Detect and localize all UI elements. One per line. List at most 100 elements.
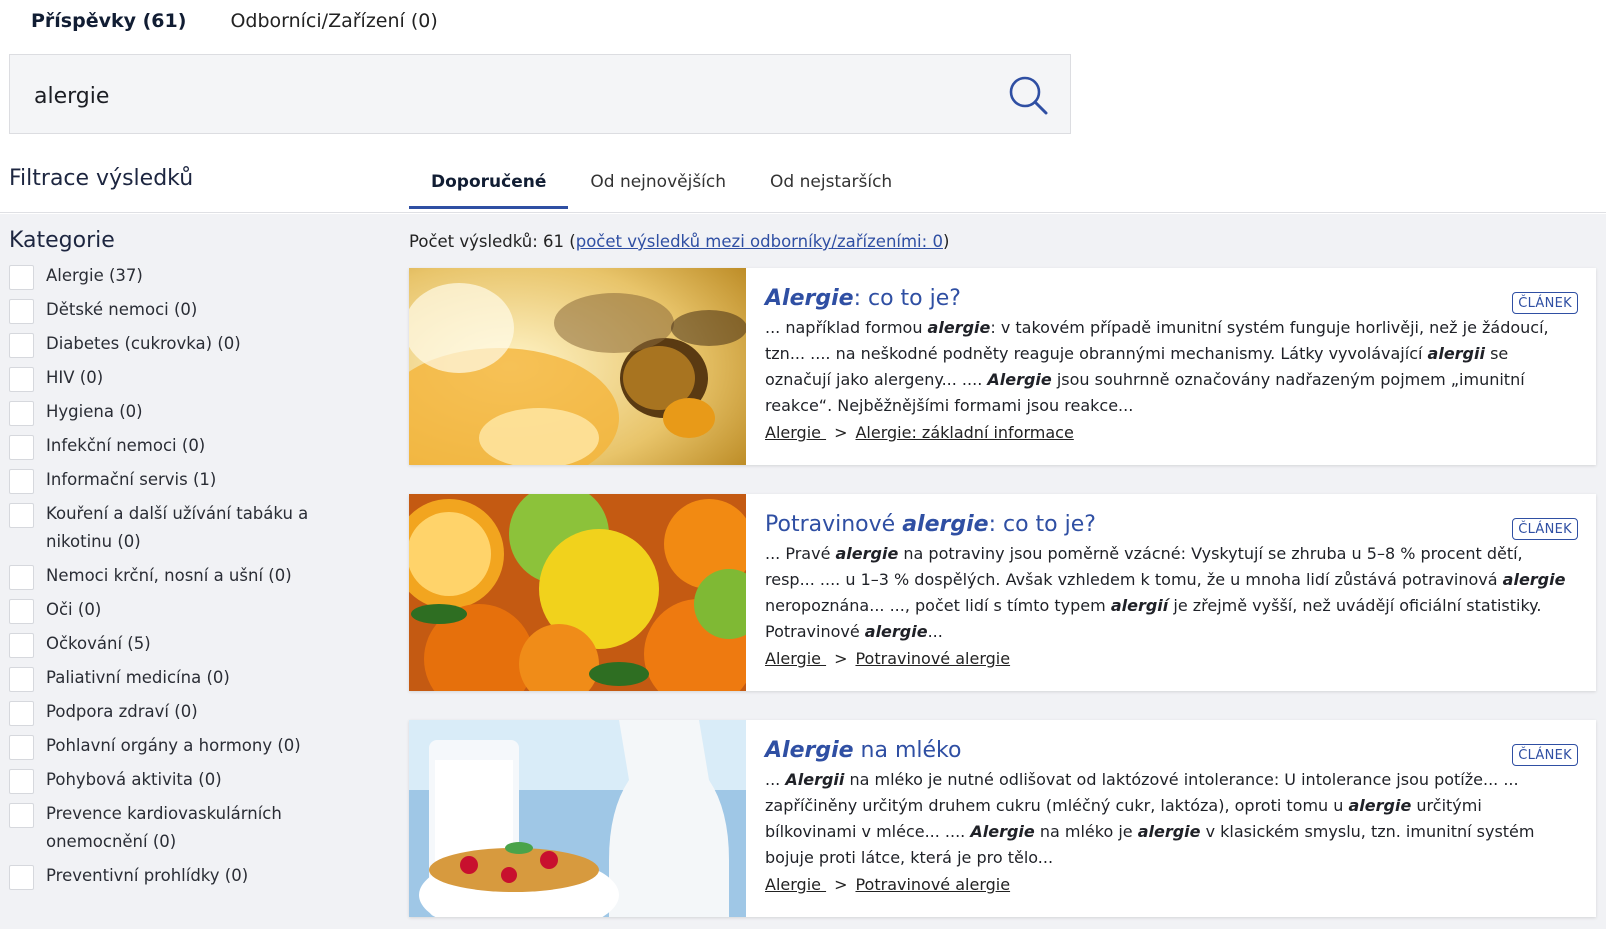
category-label: Oči (0) [46,600,102,619]
category-item[interactable]: Informační servis (1) [9,469,369,494]
search-icon[interactable] [1008,75,1050,117]
category-checkbox[interactable] [9,633,34,658]
type-badge: ČLÁNEK [1512,518,1578,540]
category-label: Informační servis (1) [46,470,217,489]
category-checkbox[interactable] [9,865,34,890]
tab-experts[interactable]: Odborníci/Zařízení (0) [208,0,459,54]
category-item[interactable]: Pohlavní orgány a hormony (0) [9,735,369,760]
snippet-highlight: alergii [1427,344,1485,363]
category-item[interactable]: Dětské nemoci (0) [9,299,369,324]
category-item[interactable]: HIV (0) [9,367,369,392]
category-item[interactable]: Paliativní medicína (0) [9,667,369,692]
category-label: Podpora zdraví (0) [46,702,198,721]
divider [0,212,1606,213]
category-label: Alergie (37) [46,266,143,285]
breadcrumb-link[interactable]: Alergie [765,649,826,668]
category-label: Hygiena (0) [46,402,143,421]
result-title[interactable]: Alergie na mléko [765,738,1575,763]
category-item[interactable]: Prevence kardiovaskulárních onemocnění (… [9,803,369,856]
category-label: Diabetes (cukrovka) (0) [46,334,241,353]
category-checkbox[interactable] [9,333,34,358]
breadcrumb-link[interactable]: Alergie: základní informace [855,423,1073,442]
result-title-part: : co to je? [988,512,1096,537]
breadcrumb: Alergie > Alergie: základní informace [765,423,1575,442]
type-badge: ČLÁNEK [1512,292,1578,314]
category-checkbox[interactable] [9,565,34,590]
breadcrumb-separator: > [834,423,848,442]
snippet-highlight: alergie [1137,822,1201,841]
snippet-highlight: alergie [835,544,899,563]
tab-posts[interactable]: Příspěvky (61) [9,0,209,57]
category-item[interactable]: Oči (0) [9,599,369,624]
category-label: Paliativní medicína (0) [46,668,230,687]
breadcrumb: Alergie > Potravinové alergie [765,875,1575,894]
category-item[interactable]: Nemoci krční, nosní a ušní (0) [9,565,369,590]
category-checkbox[interactable] [9,469,34,494]
category-checkbox[interactable] [9,803,34,828]
category-checkbox[interactable] [9,299,34,324]
expert-count-link[interactable]: počet výsledků mezi odborníky/zařízeními… [576,232,943,251]
category-checkbox[interactable] [9,367,34,392]
result-title-part: Potravinové [765,512,903,537]
category-checkbox[interactable] [9,435,34,460]
result-title[interactable]: Alergie: co to je? [765,286,1575,311]
category-checkbox[interactable] [9,667,34,692]
sort-tab-oldest[interactable]: Od nejstarších [748,168,914,206]
category-item[interactable]: Kouření a další užívání tabáku a nikotin… [9,503,369,556]
snippet-highlight: Alergie [970,822,1035,841]
result-card: Alergie: co to je? ... například formou … [409,268,1596,465]
category-item[interactable]: Podpora zdraví (0) [9,701,369,726]
category-label: Nemoci krční, nosní a ušní (0) [46,566,292,585]
category-checkbox[interactable] [9,769,34,794]
category-label: Očkování (5) [46,634,151,653]
category-label: Dětské nemoci (0) [46,300,198,319]
breadcrumb-link[interactable]: Alergie [765,423,826,442]
category-label: HIV (0) [46,368,104,387]
category-item[interactable]: Preventivní prohlídky (0) [9,865,369,890]
result-card: Alergie na mléko ... Alergii na mléko je… [409,720,1596,917]
breadcrumb-link[interactable]: Alergie [765,875,826,894]
category-item[interactable]: Infekční nemoci (0) [9,435,369,460]
sort-tabs: Doporučené Od nejnovějších Od nejstaršíc… [409,168,914,209]
result-snippet: ... Pravé alergie na potraviny jsou pomě… [765,541,1575,645]
snippet-highlight: Alergii [785,770,845,789]
sort-tab-newest[interactable]: Od nejnovějších [568,168,748,206]
result-body: Alergie na mléko ... Alergii na mléko je… [765,738,1575,894]
result-title-part: : co to je? [853,286,961,311]
snippet-text: na mléko je [1034,822,1138,841]
category-item[interactable]: Hygiena (0) [9,401,369,426]
result-title[interactable]: Potravinové alergie: co to je? [765,512,1575,537]
breadcrumb-link[interactable]: Potravinové alergie [855,649,1010,668]
category-checkbox[interactable] [9,735,34,760]
category-checkbox[interactable] [9,599,34,624]
snippet-highlight: alergie [927,318,991,337]
category-list: Alergie (37) Dětské nemoci (0) Diabetes … [9,265,369,900]
sort-tab-recommended[interactable]: Doporučené [409,168,569,209]
search-input[interactable] [32,73,976,119]
result-title-part: Alergie [765,738,854,763]
snippet-text: neropoznána... ..., počet lidí s tímto t… [765,596,1111,615]
result-image-citrus[interactable] [409,494,746,691]
category-checkbox[interactable] [9,701,34,726]
result-title-part: na mléko [853,738,962,763]
result-image-bee[interactable] [409,268,746,465]
snippet-text: ... [765,770,786,789]
category-checkbox[interactable] [9,401,34,426]
snippet-text: ... [927,622,943,641]
type-badge: ČLÁNEK [1512,744,1578,766]
category-label: Pohybová aktivita (0) [46,770,222,789]
breadcrumb-link[interactable]: Potravinové alergie [855,875,1010,894]
result-count: Počet výsledků: 61 (počet výsledků mezi … [409,232,949,251]
category-checkbox[interactable] [9,265,34,290]
search-box [9,54,1071,134]
result-body: Potravinové alergie: co to je? ... Pravé… [765,512,1575,668]
category-item[interactable]: Pohybová aktivita (0) [9,769,369,794]
result-image-milk[interactable] [409,720,746,917]
snippet-highlight: alergie [1348,796,1412,815]
category-item[interactable]: Diabetes (cukrovka) (0) [9,333,369,358]
category-label: Preventivní prohlídky (0) [46,866,249,885]
category-item[interactable]: Očkování (5) [9,633,369,658]
result-title-part: Alergie [765,286,854,311]
category-item[interactable]: Alergie (37) [9,265,369,290]
category-checkbox[interactable] [9,503,34,528]
